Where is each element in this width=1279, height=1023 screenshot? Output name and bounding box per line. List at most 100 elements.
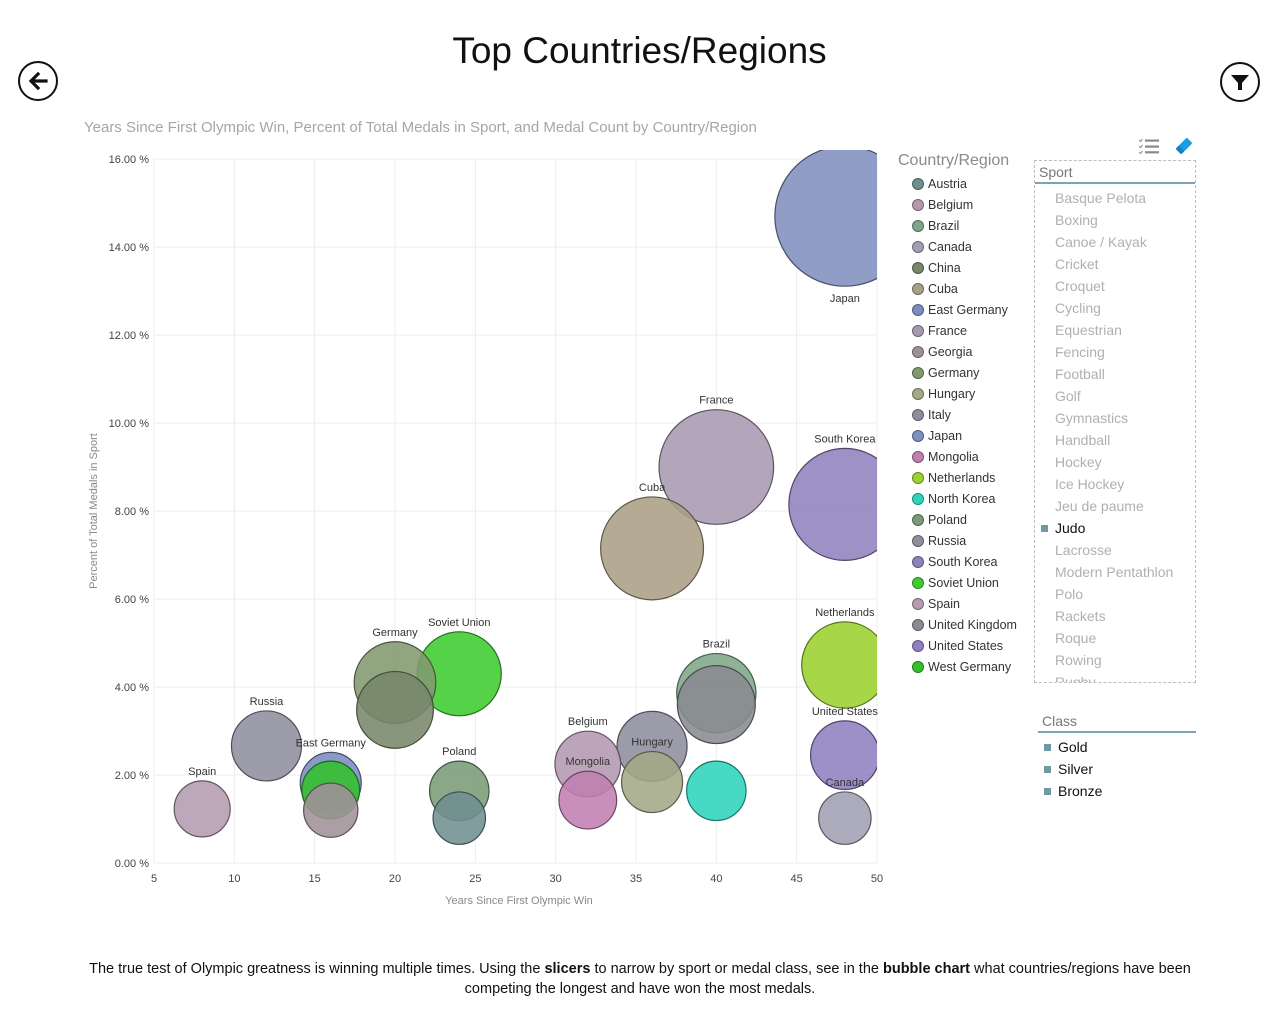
- legend-item-hungary[interactable]: Hungary: [898, 383, 1033, 404]
- legend-label: France: [928, 323, 967, 338]
- bubble-spain[interactable]: [173, 780, 231, 838]
- sport-slicer-item-cycling[interactable]: Cycling: [1035, 297, 1195, 319]
- bubble-hungary[interactable]: [620, 750, 684, 814]
- sport-slicer-item-football[interactable]: Football: [1035, 363, 1195, 385]
- sport-slicer-item-golf[interactable]: Golf: [1035, 385, 1195, 407]
- legend-item-brazil[interactable]: Brazil: [898, 215, 1033, 236]
- legend-item-france[interactable]: France: [898, 320, 1033, 341]
- legend-item-canada[interactable]: Canada: [898, 236, 1033, 257]
- bubble-label-hungary: Hungary: [631, 737, 673, 749]
- bubble-mongolia[interactable]: [558, 770, 618, 830]
- legend-item-china[interactable]: China: [898, 257, 1033, 278]
- bubble-label-soviet-union: Soviet Union: [428, 617, 490, 629]
- multi-select-list-icon[interactable]: [1138, 138, 1160, 158]
- sport-slicer-item-gymnastics[interactable]: Gymnastics: [1035, 407, 1195, 429]
- bubble-cuba[interactable]: [600, 496, 705, 601]
- sport-slicer-item-boxing[interactable]: Boxing: [1035, 209, 1195, 231]
- sport-slicer-item-equestrian[interactable]: Equestrian: [1035, 319, 1195, 341]
- class-slicer-item-silver[interactable]: Silver: [1038, 758, 1196, 780]
- legend-item-united-states[interactable]: United States: [898, 635, 1033, 656]
- sport-slicer-item-hockey[interactable]: Hockey: [1035, 451, 1195, 473]
- slicer-item-label: Gymnastics: [1055, 410, 1129, 426]
- sport-slicer-item-rackets[interactable]: Rackets: [1035, 605, 1195, 627]
- bubble-north-korea[interactable]: [686, 760, 747, 822]
- class-slicer-item-bronze[interactable]: Bronze: [1038, 780, 1196, 802]
- class-slicer-item-gold[interactable]: Gold: [1038, 736, 1196, 758]
- legend-label: North Korea: [928, 491, 996, 506]
- sport-slicer-header: Sport: [1035, 161, 1195, 184]
- slicer-item-label: Ice Hockey: [1055, 476, 1125, 492]
- legend-label: Germany: [928, 365, 980, 380]
- bubble-label-japan: Japan: [830, 293, 860, 305]
- slicer-item-label: Cricket: [1055, 256, 1099, 272]
- sport-slicer-item-canoe-kayak[interactable]: Canoe / Kayak: [1035, 231, 1195, 253]
- bubble-label-layer: Belgium Brazil Canada Cuba East Germany Franc…: [188, 293, 878, 789]
- selection-square-icon: [1041, 503, 1048, 510]
- bubble-china[interactable]: [356, 670, 434, 749]
- sport-slicer-item-roque[interactable]: Roque: [1035, 627, 1195, 649]
- legend-color-dot: [912, 198, 924, 211]
- sport-slicer-item-judo[interactable]: Judo: [1035, 517, 1195, 539]
- sport-slicer-item-cricket[interactable]: Cricket: [1035, 253, 1195, 275]
- bubble-netherlands[interactable]: [801, 621, 888, 709]
- x-tick-label: 45: [791, 873, 803, 885]
- legend-label: United States: [928, 638, 1004, 653]
- legend-item-georgia[interactable]: Georgia: [898, 341, 1033, 362]
- legend-label: Poland: [928, 512, 967, 527]
- legend-item-west-germany[interactable]: West Germany: [898, 656, 1033, 677]
- legend-item-netherlands[interactable]: Netherlands: [898, 467, 1033, 488]
- bubble-united-kingdom[interactable]: [676, 665, 756, 745]
- bubble-austria[interactable]: [432, 791, 487, 845]
- sport-slicer-item-ice-hockey[interactable]: Ice Hockey: [1035, 473, 1195, 495]
- legend-color-dot: [912, 597, 924, 610]
- bubble-label-france: France: [699, 395, 733, 407]
- legend-item-italy[interactable]: Italy: [898, 404, 1033, 425]
- bubble-south-korea[interactable]: [788, 447, 900, 561]
- legend-item-japan[interactable]: Japan: [898, 425, 1033, 446]
- selection-square-icon: [1041, 635, 1048, 642]
- sport-slicer-item-croquet[interactable]: Croquet: [1035, 275, 1195, 297]
- sport-slicer-item-basque-pelota[interactable]: Basque Pelota: [1035, 187, 1195, 209]
- legend-label: Spain: [928, 596, 960, 611]
- legend-item-soviet-union[interactable]: Soviet Union: [898, 572, 1033, 593]
- bubble-label-cuba: Cuba: [639, 482, 666, 494]
- legend-item-mongolia[interactable]: Mongolia: [898, 446, 1033, 467]
- legend-color-dot: [912, 555, 924, 568]
- bubble-russia[interactable]: [230, 710, 303, 782]
- bubble-label-poland: Poland: [442, 746, 476, 758]
- slicer-item-label: Cycling: [1055, 300, 1101, 316]
- legend-item-russia[interactable]: Russia: [898, 530, 1033, 551]
- eraser-clear-icon[interactable]: [1174, 136, 1194, 160]
- sport-slicer-item-lacrosse[interactable]: Lacrosse: [1035, 539, 1195, 561]
- sport-slicer-item-modern-pentathlon[interactable]: Modern Pentathlon: [1035, 561, 1195, 583]
- legend-item-cuba[interactable]: Cuba: [898, 278, 1033, 299]
- back-button[interactable]: [18, 61, 58, 101]
- selection-square-icon: [1041, 679, 1048, 683]
- legend-item-austria[interactable]: Austria: [898, 173, 1033, 194]
- bubble-georgia[interactable]: [303, 782, 359, 838]
- sport-slicer-item-handball[interactable]: Handball: [1035, 429, 1195, 451]
- sport-slicer-item-polo[interactable]: Polo: [1035, 583, 1195, 605]
- sport-slicer-item-jeu-de-paume[interactable]: Jeu de paume: [1035, 495, 1195, 517]
- legend-item-germany[interactable]: Germany: [898, 362, 1033, 383]
- bubble-canada[interactable]: [818, 791, 872, 845]
- sport-slicer-item-fencing[interactable]: Fencing: [1035, 341, 1195, 363]
- legend-item-north-korea[interactable]: North Korea: [898, 488, 1033, 509]
- filter-button[interactable]: [1220, 62, 1260, 102]
- selection-square-icon: [1044, 787, 1051, 795]
- legend-title: Country/Region: [898, 152, 1010, 169]
- legend-item-east-germany[interactable]: East Germany: [898, 299, 1033, 320]
- legend-item-spain[interactable]: Spain: [898, 593, 1033, 614]
- slicer-item-label: Canoe / Kayak: [1055, 234, 1147, 250]
- legend-item-south-korea[interactable]: South Korea: [898, 551, 1033, 572]
- legend-color-dot: [912, 303, 924, 316]
- bubble-japan[interactable]: [774, 150, 900, 287]
- x-tick-label: 25: [469, 873, 481, 885]
- sport-slicer-item-rowing[interactable]: Rowing: [1035, 649, 1195, 671]
- y-axis-title: Percent of Total Medals in Sport: [88, 433, 100, 589]
- legend-item-belgium[interactable]: Belgium: [898, 194, 1033, 215]
- slicer-item-label: Rackets: [1055, 608, 1106, 624]
- sport-slicer-item-rugby[interactable]: Rugby: [1035, 671, 1195, 683]
- legend-item-united-kingdom[interactable]: United Kingdom: [898, 614, 1033, 635]
- legend-item-poland[interactable]: Poland: [898, 509, 1033, 530]
